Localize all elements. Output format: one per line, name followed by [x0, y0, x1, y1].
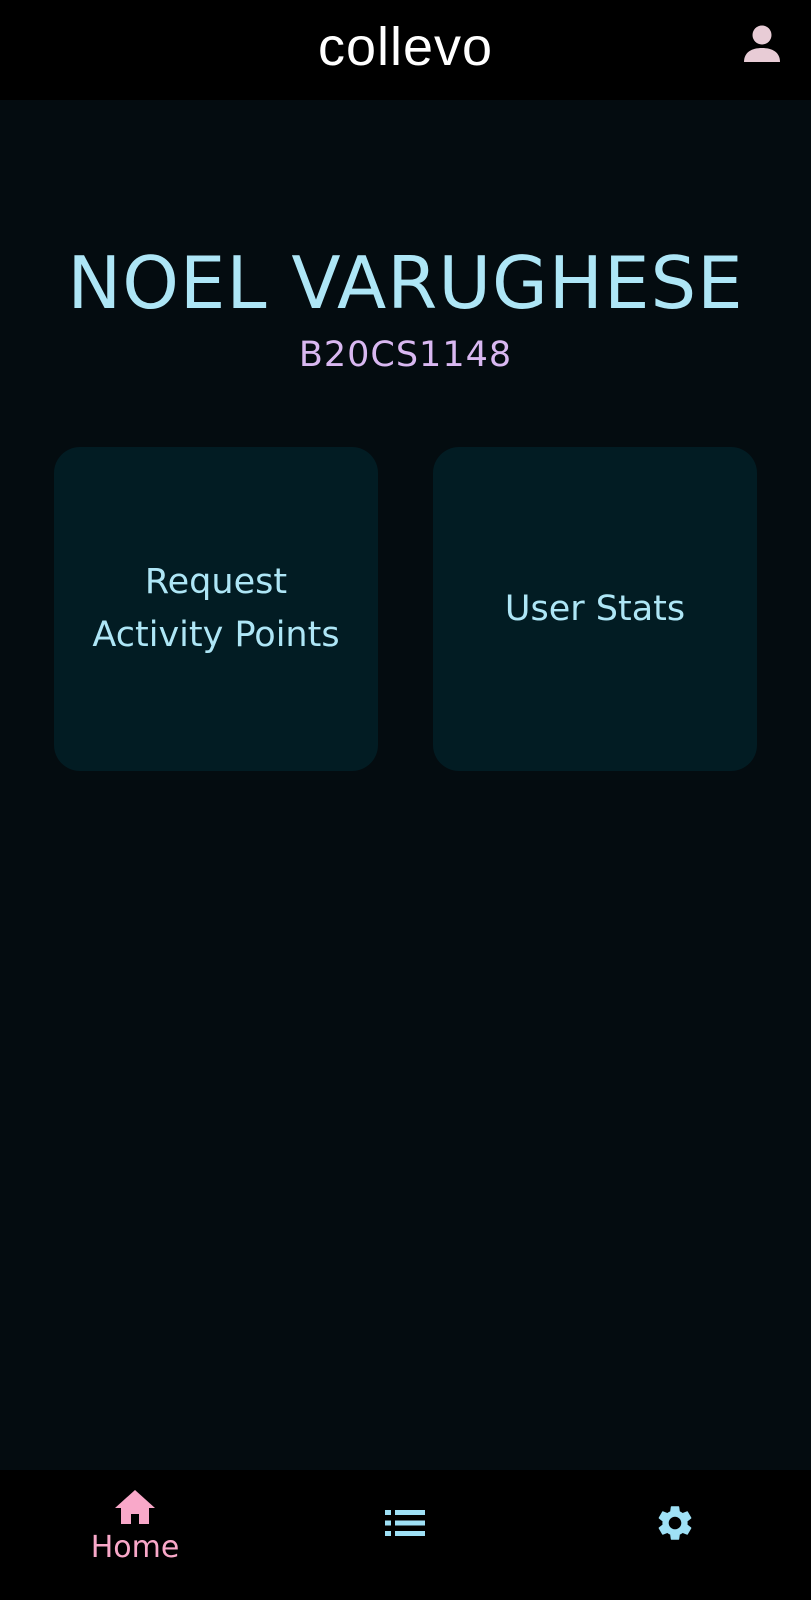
user-name: NOEL VARUGHESE [67, 241, 744, 325]
user-stats-label: User Stats [504, 588, 686, 629]
request-activity-points-label: Request Activity Points [92, 562, 340, 655]
nav-item-settings[interactable] [575, 1470, 775, 1600]
gear-icon [658, 1506, 692, 1540]
bottom-navigation: Home [0, 1470, 811, 1600]
nav-item-home[interactable]: Home [35, 1470, 235, 1600]
profile-icon[interactable] [740, 24, 784, 64]
app-title: collevo [317, 17, 494, 77]
request-activity-points-button[interactable]: Request Activity Points [54, 447, 378, 771]
app-bar: collevo [0, 0, 811, 100]
list-icon [385, 1510, 425, 1536]
nav-label-home: Home [90, 1530, 180, 1565]
nav-item-list[interactable] [305, 1470, 505, 1600]
user-id: B20CS1148 [298, 335, 513, 375]
user-stats-button[interactable]: User Stats [433, 447, 757, 771]
home-icon [115, 1490, 155, 1524]
home-screen: collevo NOEL VARUGHESE B20CS1148 Request… [0, 0, 811, 1600]
